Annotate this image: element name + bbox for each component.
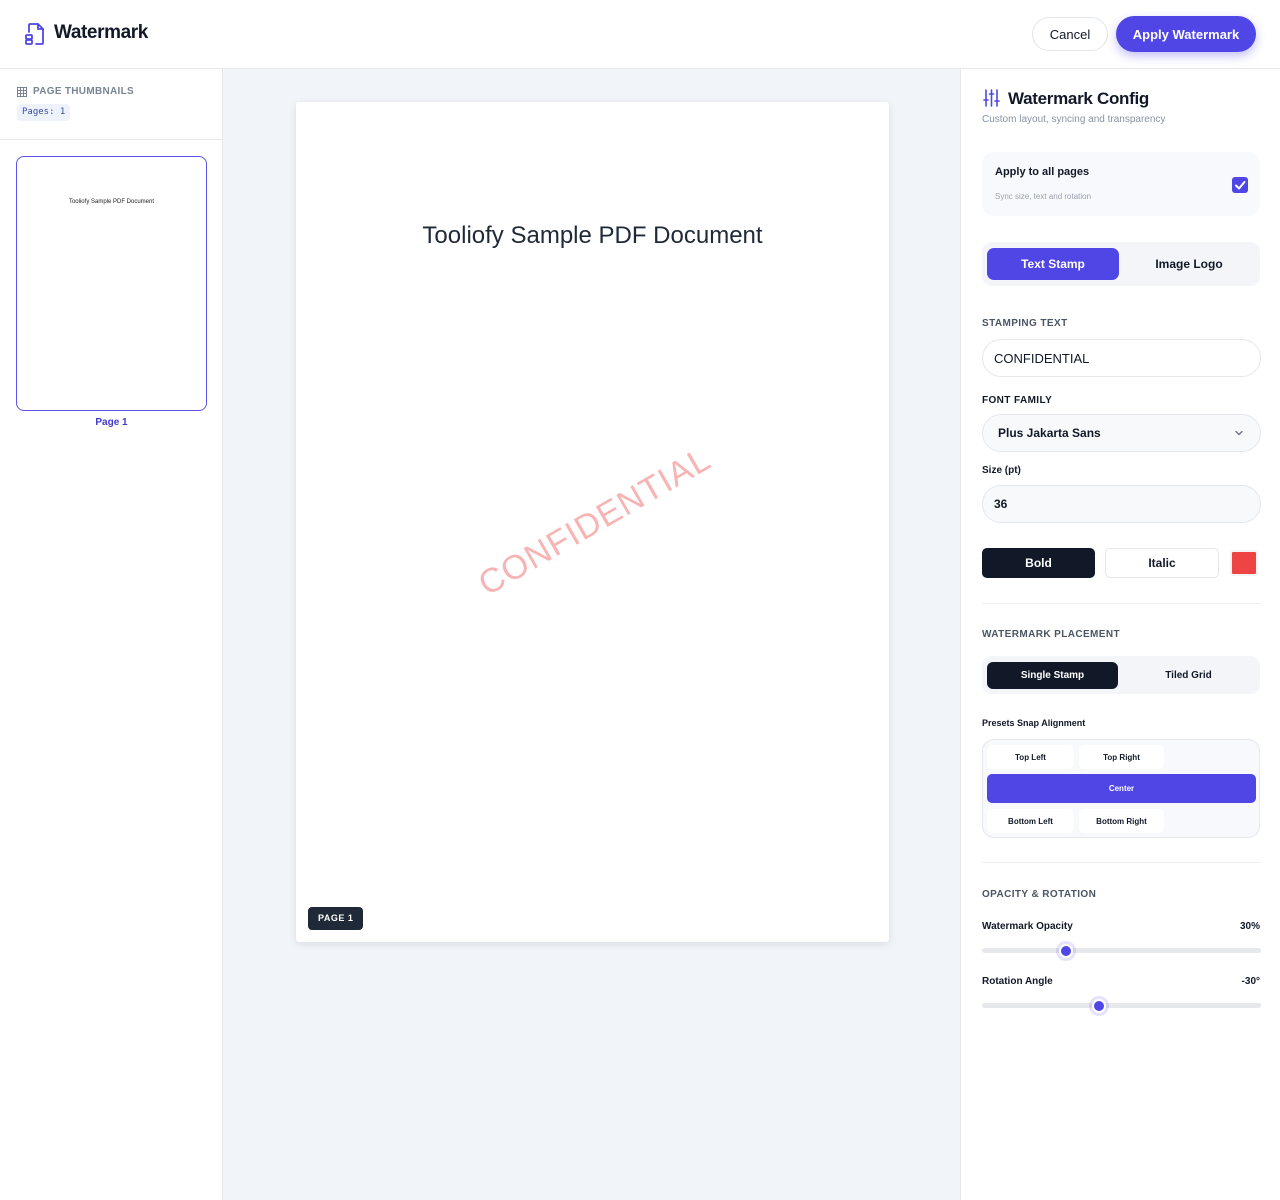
tab-text-stamp[interactable]: Text Stamp — [987, 248, 1119, 280]
app-title: Watermark — [54, 22, 148, 43]
snap-center[interactable]: Center — [987, 774, 1256, 803]
apply-all-sub: Sync size, text and rotation — [995, 192, 1092, 201]
snap-top-left[interactable]: Top Left — [987, 745, 1074, 769]
page-number-pill: PAGE 1 — [308, 907, 364, 930]
sliders-icon — [983, 89, 1000, 107]
snap-top-right[interactable]: Top Right — [1079, 745, 1164, 769]
config-subtitle: Custom layout, syncing and transparency — [982, 114, 1166, 125]
pages-count-badge: Pages: 1 — [17, 104, 71, 121]
divider — [982, 603, 1261, 604]
sidebar-header: PAGE THUMBNAILS Pages: 1 — [0, 69, 222, 140]
thumbnail-label: Page 1 — [95, 417, 128, 428]
stamping-text-label: STAMPING TEXT — [982, 318, 1068, 329]
divider — [982, 862, 1261, 863]
tab-tiled-grid[interactable]: Tiled Grid — [1122, 662, 1255, 689]
rotation-slider[interactable] — [982, 999, 1261, 1013]
apply-all-pages-card[interactable]: Apply to all pages Sync size, text and r… — [982, 152, 1260, 216]
color-swatch[interactable] — [1230, 550, 1258, 576]
opacity-value: 30% — [1239, 921, 1260, 932]
snap-presets: Top Left Top Right Center Bottom Left Bo… — [982, 739, 1260, 838]
italic-toggle[interactable]: Italic — [1105, 548, 1219, 578]
thumbnail-doc-text: Tooliofy Sample PDF Document — [68, 199, 155, 205]
font-family-label: FONT FAMILY — [982, 395, 1053, 406]
mode-tabs: Text Stamp Image Logo — [982, 242, 1260, 286]
apply-all-checkbox[interactable] — [1232, 177, 1248, 193]
file-watermark-icon — [25, 23, 44, 45]
size-label: Size (pt) — [982, 465, 1021, 476]
opacity-slider[interactable] — [982, 944, 1261, 958]
opacity-rotation-label: OPACITY & ROTATION — [982, 889, 1097, 900]
sidebar-title: PAGE THUMBNAILS — [33, 86, 134, 97]
cancel-button[interactable]: Cancel — [1032, 17, 1108, 51]
opacity-slider-handle[interactable] — [1058, 944, 1073, 958]
rotation-slider-handle[interactable] — [1092, 999, 1107, 1013]
placement-tabs: Single Stamp Tiled Grid — [982, 656, 1260, 694]
thumbnail-sidebar: PAGE THUMBNAILS Pages: 1 Tooliofy Sample… — [0, 69, 223, 1200]
config-panel: Watermark Config Custom layout, syncing … — [960, 69, 1280, 1200]
font-family-select[interactable]: Plus Jakarta Sans — [982, 414, 1261, 452]
tab-single-stamp[interactable]: Single Stamp — [987, 662, 1118, 689]
opacity-label: Watermark Opacity — [982, 921, 1073, 932]
stamping-text-input[interactable]: CONFIDENTIAL — [982, 339, 1261, 377]
document-title: Tooliofy Sample PDF Document — [422, 222, 763, 249]
apply-watermark-button[interactable]: Apply Watermark — [1116, 16, 1256, 52]
config-title: Watermark Config — [1008, 89, 1149, 108]
snap-bottom-left[interactable]: Bottom Left — [987, 809, 1074, 833]
page-thumbnail[interactable]: Tooliofy Sample PDF Document — [16, 156, 207, 411]
top-header: Watermark Cancel Apply Watermark — [0, 0, 1280, 69]
snap-bottom-right[interactable]: Bottom Right — [1079, 809, 1164, 833]
chevron-down-icon — [1235, 430, 1243, 436]
font-family-value: Plus Jakarta Sans — [998, 426, 1101, 440]
size-input[interactable]: 36 — [982, 485, 1261, 523]
snap-label: Presets Snap Alignment — [982, 718, 1086, 728]
checkmark-icon — [1235, 181, 1246, 190]
tab-image-logo[interactable]: Image Logo — [1123, 248, 1255, 280]
rotation-label: Rotation Angle — [982, 976, 1053, 987]
grid-icon — [17, 87, 27, 97]
bold-toggle[interactable]: Bold — [982, 548, 1095, 578]
apply-all-label: Apply to all pages — [995, 166, 1090, 178]
rotation-value: -30° — [1241, 976, 1260, 987]
placement-label: WATERMARK PLACEMENT — [982, 629, 1120, 640]
